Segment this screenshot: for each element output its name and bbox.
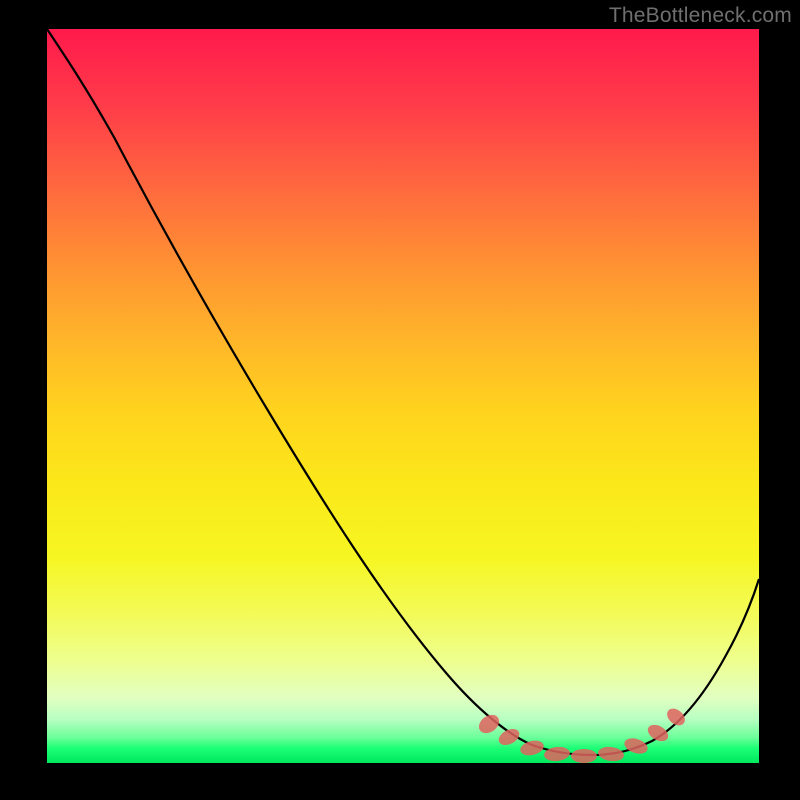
- marker-dot: [622, 736, 649, 757]
- marker-dot: [475, 711, 502, 737]
- plot-area: [47, 29, 759, 763]
- bottleneck-curve-line: [47, 29, 759, 755]
- marker-dot: [571, 749, 597, 763]
- chart-frame: TheBottleneck.com: [0, 0, 800, 800]
- marker-dot: [645, 721, 671, 744]
- marker-dot: [664, 705, 688, 729]
- chart-svg: [47, 29, 759, 763]
- marker-dot: [496, 726, 522, 749]
- recommended-zone-markers: [475, 705, 688, 763]
- marker-dot: [597, 745, 625, 762]
- marker-dot: [543, 746, 570, 763]
- watermark-label: TheBottleneck.com: [609, 4, 792, 28]
